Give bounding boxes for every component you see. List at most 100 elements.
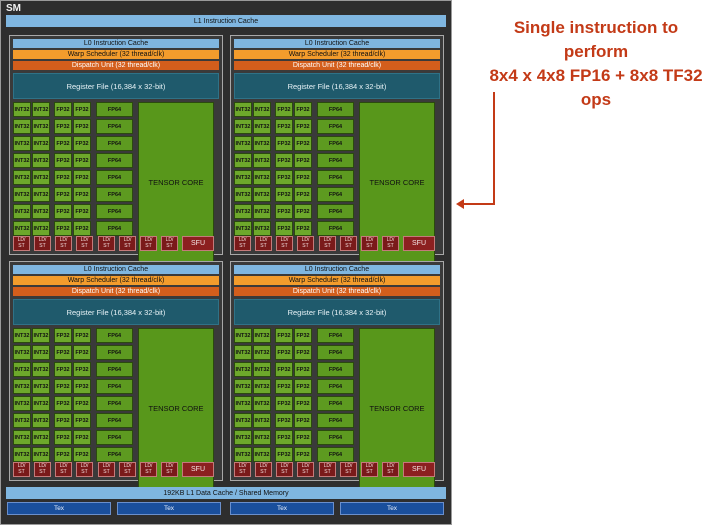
- fp32-unit: FP32: [73, 119, 91, 134]
- int32-unit: INT32: [32, 102, 50, 117]
- ld-st-unit: LD/ ST: [361, 236, 378, 251]
- ld-st-unit: LD/ ST: [55, 462, 72, 477]
- ld-st-unit: LD/ ST: [340, 236, 357, 251]
- int32-unit: INT32: [13, 136, 31, 151]
- fp64-unit: FP64: [317, 430, 354, 445]
- int32-unit: INT32: [32, 430, 50, 445]
- fp64-unit: FP64: [96, 328, 133, 343]
- fp32-unit: FP32: [73, 221, 91, 236]
- fp32-unit: FP32: [275, 345, 293, 360]
- fp32-unit: FP32: [73, 136, 91, 151]
- int32-unit: INT32: [234, 204, 252, 219]
- l0-instruction-cache: L0 Instruction Cache: [13, 265, 219, 274]
- fp32-unit: FP32: [54, 153, 72, 168]
- int32-unit: INT32: [253, 396, 271, 411]
- int32-unit: INT32: [234, 447, 252, 462]
- fp64-unit: FP64: [96, 136, 133, 151]
- fp32-unit: FP32: [294, 328, 312, 343]
- fp32-unit: FP32: [294, 102, 312, 117]
- int32-unit: INT32: [253, 187, 271, 202]
- fp64-unit: FP64: [317, 447, 354, 462]
- int32-unit: INT32: [234, 345, 252, 360]
- int32-unit: INT32: [234, 396, 252, 411]
- int32-unit: INT32: [13, 102, 31, 117]
- ld-st-unit: LD/ ST: [234, 462, 251, 477]
- int32-unit: INT32: [32, 119, 50, 134]
- ld-st-unit: LD/ ST: [297, 236, 314, 251]
- fp64-unit: FP64: [317, 345, 354, 360]
- callout-arrow: [456, 92, 495, 209]
- int32-unit: INT32: [253, 153, 271, 168]
- fp32-unit: FP32: [73, 187, 91, 202]
- fp64-unit: FP64: [317, 187, 354, 202]
- int32-unit: INT32: [253, 362, 271, 377]
- int32-unit: INT32: [32, 170, 50, 185]
- fp64-unit: FP64: [96, 447, 133, 462]
- int32-unit: INT32: [253, 447, 271, 462]
- fp32-unit: FP32: [73, 413, 91, 428]
- ld-st-unit: LD/ ST: [76, 462, 93, 477]
- ld-st-unit: LD/ ST: [319, 236, 336, 251]
- int32-unit: INT32: [13, 153, 31, 168]
- fp32-unit: FP32: [54, 136, 72, 151]
- fp32-unit: FP32: [73, 396, 91, 411]
- fp32-unit: FP32: [54, 119, 72, 134]
- fp32-unit: FP32: [275, 447, 293, 462]
- register-file: Register File (16,384 x 32-bit): [234, 299, 440, 325]
- callout-line-2: 8x4 x 4x8 FP16 + 8x8 TF32 ops: [489, 66, 703, 109]
- ld-st-unit: LD/ ST: [297, 462, 314, 477]
- fp64-unit: FP64: [96, 170, 133, 185]
- callout-line-1: Single instruction to perform: [513, 18, 679, 61]
- int32-unit: INT32: [234, 119, 252, 134]
- int32-unit: INT32: [32, 221, 50, 236]
- ld-st-unit: LD/ ST: [13, 462, 30, 477]
- sm-label: SM: [6, 3, 21, 14]
- fp32-unit: FP32: [275, 136, 293, 151]
- fp64-unit: FP64: [96, 204, 133, 219]
- fp32-unit: FP32: [54, 187, 72, 202]
- fp64-unit: FP64: [317, 362, 354, 377]
- dispatch-unit: Dispatch Unit (32 thread/clk): [234, 287, 440, 296]
- ld-st-unit: LD/ ST: [34, 236, 51, 251]
- fp32-unit: FP32: [294, 413, 312, 428]
- int32-unit: INT32: [32, 362, 50, 377]
- fp32-unit: FP32: [73, 170, 91, 185]
- int32-unit: INT32: [234, 362, 252, 377]
- l1-instruction-cache: L1 Instruction Cache: [6, 15, 446, 27]
- fp32-unit: FP32: [73, 430, 91, 445]
- int32-unit: INT32: [13, 379, 31, 394]
- fp64-unit: FP64: [96, 396, 133, 411]
- fp64-unit: FP64: [96, 119, 133, 134]
- fp64-unit: FP64: [317, 221, 354, 236]
- fp32-unit: FP32: [54, 345, 72, 360]
- int32-unit: INT32: [13, 204, 31, 219]
- int32-unit: INT32: [234, 170, 252, 185]
- sfu-unit: SFU: [182, 236, 214, 251]
- int32-unit: INT32: [234, 136, 252, 151]
- int32-unit: INT32: [32, 153, 50, 168]
- ld-st-unit: LD/ ST: [34, 462, 51, 477]
- int32-unit: INT32: [13, 362, 31, 377]
- int32-unit: INT32: [234, 379, 252, 394]
- ld-st-unit: LD/ ST: [255, 236, 272, 251]
- fp32-unit: FP32: [54, 221, 72, 236]
- fp32-unit: FP32: [275, 102, 293, 117]
- fp32-unit: FP32: [294, 204, 312, 219]
- sfu-unit: SFU: [403, 462, 435, 477]
- ld-st-unit: LD/ ST: [382, 462, 399, 477]
- ld-st-unit: LD/ ST: [161, 462, 178, 477]
- int32-unit: INT32: [253, 379, 271, 394]
- ld-st-unit: LD/ ST: [55, 236, 72, 251]
- processing-block: L0 Instruction Cache Warp Scheduler (32 t…: [230, 261, 444, 488]
- ld-st-unit: LD/ ST: [319, 462, 336, 477]
- ld-st-unit: LD/ ST: [140, 236, 157, 251]
- int32-unit: INT32: [253, 204, 271, 219]
- ld-st-unit: LD/ ST: [276, 462, 293, 477]
- int32-unit: INT32: [32, 447, 50, 462]
- tex-unit: Tex: [230, 502, 334, 515]
- fp32-unit: FP32: [294, 447, 312, 462]
- dispatch-unit: Dispatch Unit (32 thread/clk): [234, 61, 440, 70]
- register-file: Register File (16,384 x 32-bit): [13, 299, 219, 325]
- fp64-unit: FP64: [96, 362, 133, 377]
- int32-unit: INT32: [253, 102, 271, 117]
